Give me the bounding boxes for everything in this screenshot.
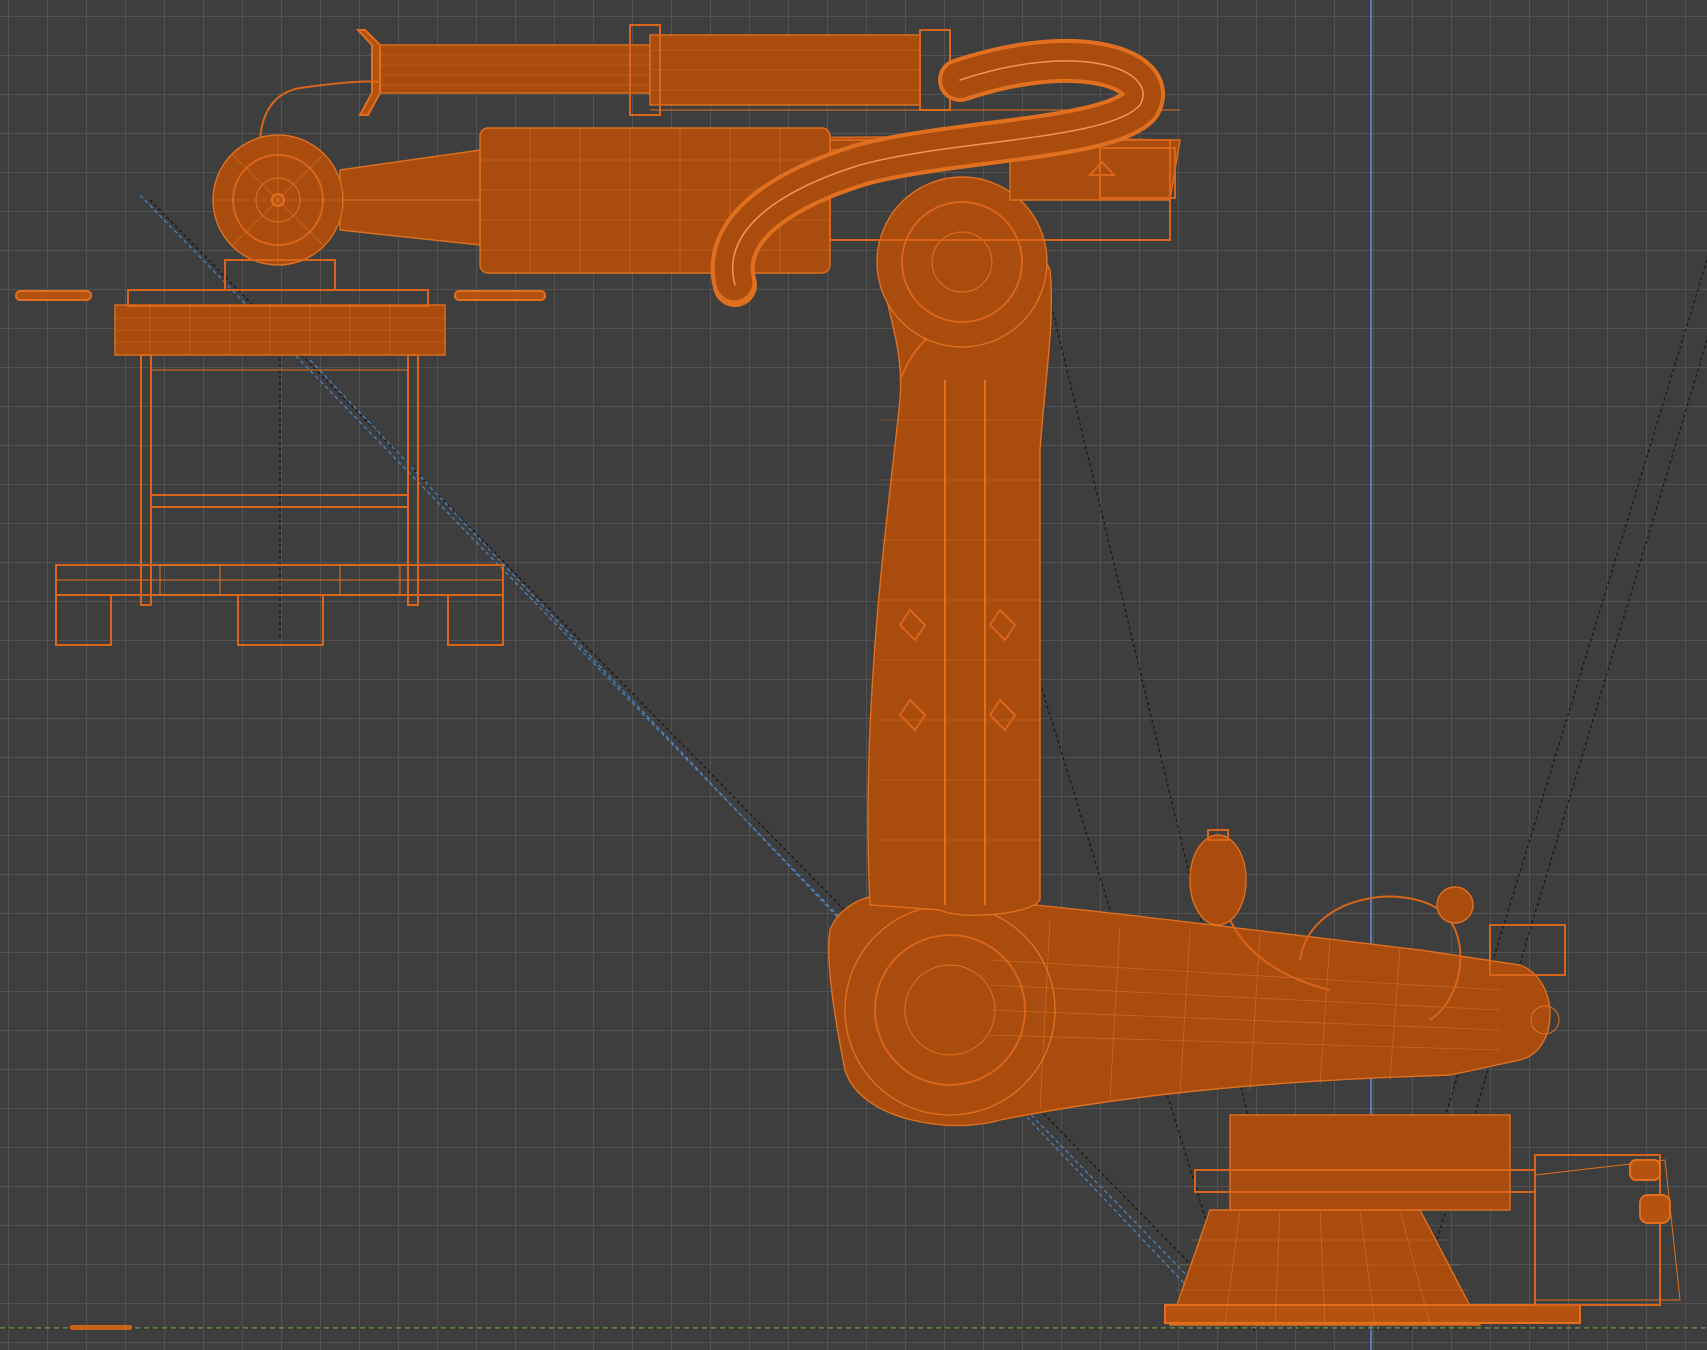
counterbalance[interactable] bbox=[1189, 829, 1247, 926]
gripper-tool[interactable] bbox=[212, 134, 344, 291]
shoulder-housing[interactable] bbox=[827, 886, 1566, 1127]
robot-arm[interactable] bbox=[259, 24, 1681, 1326]
3d-viewport[interactable] bbox=[0, 0, 1707, 1350]
ground-marker bbox=[70, 1325, 132, 1330]
link-arm[interactable] bbox=[867, 176, 1053, 916]
wireframe-scene[interactable] bbox=[0, 0, 1707, 1350]
robot-base[interactable] bbox=[1164, 1114, 1681, 1326]
